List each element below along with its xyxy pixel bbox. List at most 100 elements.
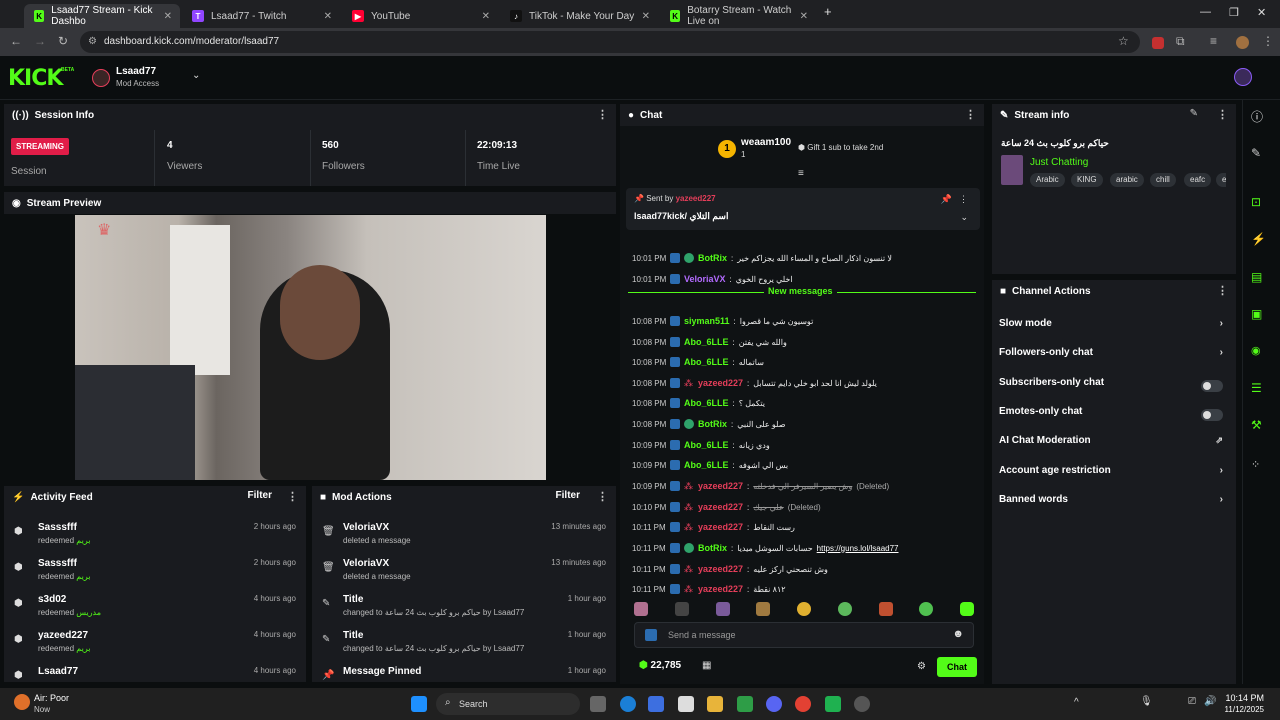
microphone-icon[interactable]: 🎙 — [1140, 696, 1153, 707]
pinned-message[interactable]: 📌 Sent by yazeed227 lsaad77kick/ اسم الت… — [626, 188, 980, 230]
obs-icon[interactable] — [854, 696, 870, 712]
chat-message[interactable]: 10:09 PM Abo_6LLE: بس الي اشوفه — [632, 456, 977, 474]
task-view-icon[interactable] — [590, 696, 606, 712]
more-options-icon[interactable]: ⋮ — [287, 490, 298, 503]
clip-icon[interactable]: ⊡ — [1251, 195, 1261, 209]
extension-icon[interactable] — [1152, 37, 1164, 49]
kick-logo[interactable]: KICK — [8, 66, 63, 91]
edit-pencil-icon[interactable]: ✎ — [1190, 108, 1198, 119]
back-icon[interactable]: ← — [10, 34, 22, 48]
message-username[interactable]: Abo_6LLE — [684, 460, 729, 470]
activity-feed-item[interactable]: ⬢ Sasssfff redeemed بريم 2 hours ago — [4, 520, 306, 554]
tab-twitch[interactable]: T Lsaad77 - Twitch ✕ — [182, 4, 340, 28]
more-options-icon[interactable]: ⋮ — [1217, 108, 1228, 121]
toggle-switch[interactable] — [1201, 409, 1223, 421]
mod-action-item[interactable]: 🗑 VeloriaVX deleted a message 13 minutes ag… — [312, 520, 616, 554]
mod-action-item[interactable]: ✎ Title changed to حياكم برو كلوب بث 24 سا… — [312, 628, 616, 662]
emote-icon[interactable] — [837, 602, 852, 616]
channel-action-emotes-only-chat[interactable]: Emotes-only chat — [999, 406, 1229, 426]
url-field[interactable]: ⚙ dashboard.kick.com/moderator/lsaad77 — [80, 31, 1140, 53]
profile-avatar[interactable] — [1236, 36, 1249, 49]
close-tab-icon[interactable]: ✕ — [324, 11, 332, 22]
chat-message[interactable]: 10:08 PM Abo_6LLE: والله شي يفتن — [632, 333, 977, 351]
top-gifter-name[interactable]: weaam100 — [741, 137, 791, 148]
activity-feed-item[interactable]: ⬢ Sasssfff redeemed بريم 2 hours ago — [4, 556, 306, 590]
chat-message[interactable]: 10:08 PM siyman511: توسيون شي ما قصروا — [632, 312, 977, 330]
channel-action-slow-mode[interactable]: Slow mode › — [999, 318, 1229, 338]
message-username[interactable]: siyman511 — [684, 316, 730, 326]
layout-icon[interactable]: ☰ — [1251, 381, 1262, 395]
site-info-icon[interactable]: ⚙ — [88, 31, 97, 53]
message-username[interactable]: Abo_6LLE — [684, 357, 729, 367]
user-avatar[interactable] — [1234, 68, 1252, 86]
message-username[interactable]: yazeed227 — [698, 564, 743, 574]
chat-message[interactable]: 10:08 PM Abo_6LLE: يتكمل ؟ — [632, 394, 977, 412]
mod-action-item[interactable]: ✎ Title changed to حياكم برو كلوب بث 24 سا… — [312, 592, 616, 626]
emote-icon[interactable] — [634, 602, 648, 616]
message-link[interactable]: https://guns.lol/lsaad77 — [817, 544, 899, 553]
chat-message[interactable]: 10:11 PM ⁂ yazeed227: وش تنصحني اركز عليه — [632, 560, 977, 578]
expand-chevron-icon[interactable]: ⌄ — [960, 212, 968, 223]
tab-tiktok[interactable]: ♪ TikTok - Make Your Day ✕ — [500, 4, 658, 28]
channel-avatar[interactable] — [92, 69, 110, 87]
chat-input[interactable]: Send a message ☻ — [634, 622, 974, 648]
store-icon[interactable] — [678, 696, 694, 712]
mod-action-item[interactable]: 🗑 VeloriaVX deleted a message 13 minutes ag… — [312, 556, 616, 590]
close-window-icon[interactable]: ✕ — [1257, 6, 1266, 19]
pencil-icon[interactable]: ✎ — [1251, 146, 1261, 160]
more-options-icon[interactable]: ⋮ — [597, 108, 608, 121]
message-username[interactable]: BotRix — [698, 543, 727, 553]
gift-sub-button[interactable]: ⬢ Gift 1 sub to take 2nd — [798, 143, 883, 152]
more-options-icon[interactable]: ⋮ — [1217, 284, 1228, 297]
windows-start-icon[interactable] — [411, 696, 427, 712]
message-username[interactable]: yazeed227 — [698, 522, 743, 532]
forward-icon[interactable]: → — [34, 34, 46, 48]
emote-icon[interactable] — [797, 602, 811, 616]
bookmark-star-icon[interactable]: ☆ — [1118, 34, 1129, 48]
apps-icon[interactable]: ⁘ — [1251, 458, 1260, 471]
filter-button[interactable]: Filter — [556, 490, 580, 501]
message-username[interactable]: BotRix — [698, 419, 727, 429]
tab-youtube[interactable]: ▶ YouTube ✕ — [342, 4, 498, 28]
file-explorer-icon[interactable] — [707, 696, 723, 712]
message-username[interactable]: Abo_6LLE — [684, 337, 729, 347]
more-options-icon[interactable]: ⋮ — [965, 108, 976, 121]
chat-message[interactable]: 10:08 PM Abo_6LLE: ساتماله — [632, 353, 977, 371]
minimize-icon[interactable]: — — [1200, 6, 1211, 18]
chrome-icon[interactable] — [795, 696, 811, 712]
stream-video-preview[interactable]: ♛ — [75, 215, 546, 480]
chat-message[interactable]: 10:08 PM BotRix: صلو على النبي — [632, 415, 977, 433]
lightning-icon[interactable]: ⚡ — [1251, 232, 1266, 246]
close-tab-icon[interactable]: ✕ — [164, 11, 172, 22]
filter-button[interactable]: Filter — [248, 490, 272, 501]
chat-message[interactable]: 10:09 PM ⁂ yazeed227: وش يصير السيرفر الي ف… — [632, 477, 977, 495]
message-username[interactable]: BotRix — [698, 253, 727, 263]
message-username[interactable]: yazeed227 — [698, 502, 743, 512]
document-icon[interactable]: ▤ — [1251, 270, 1262, 284]
edge-icon[interactable] — [620, 696, 636, 712]
pin-icon[interactable]: 📌 — [941, 194, 952, 205]
emote-icon[interactable] — [878, 602, 893, 616]
message-username[interactable]: yazeed227 — [698, 378, 743, 388]
close-tab-icon[interactable]: ✕ — [482, 11, 490, 22]
chat-message[interactable]: 10:11 PM ⁂ yazeed227: رست النقاط — [632, 518, 977, 536]
chat-settings-gear-icon[interactable]: ⚙ — [917, 661, 926, 672]
maximize-icon[interactable]: ❐ — [1229, 6, 1239, 19]
discord-icon[interactable] — [766, 696, 782, 712]
new-tab-icon[interactable]: + — [824, 4, 832, 19]
weather-icon[interactable] — [14, 694, 30, 710]
browser-menu-icon[interactable]: ⋮ — [1262, 34, 1274, 48]
close-tab-icon[interactable]: ✕ — [642, 11, 650, 22]
chat-message[interactable]: 10:11 PM ⁂ yazeed227:٨١٢ نقطة — [632, 580, 977, 598]
reload-icon[interactable]: ↻ — [58, 34, 68, 48]
channel-action-followers-only-chat[interactable]: Followers-only chat › — [999, 347, 1229, 367]
channel-action-banned-words[interactable]: Banned words › — [999, 494, 1229, 514]
xbox-icon[interactable] — [737, 696, 753, 712]
emote-icon[interactable] — [756, 602, 771, 616]
copilot-icon[interactable] — [648, 696, 664, 712]
info-icon[interactable]: ⓘ — [1251, 108, 1263, 125]
chat-message[interactable]: 10:08 PM ⁂ yazeed227: يلولد ليش انا لحد ابو… — [632, 374, 977, 392]
toggle-switch[interactable] — [1201, 380, 1223, 392]
extensions-puzzle-icon[interactable]: ⧉ — [1176, 34, 1185, 49]
category-name[interactable]: Just Chatting — [1030, 157, 1088, 168]
